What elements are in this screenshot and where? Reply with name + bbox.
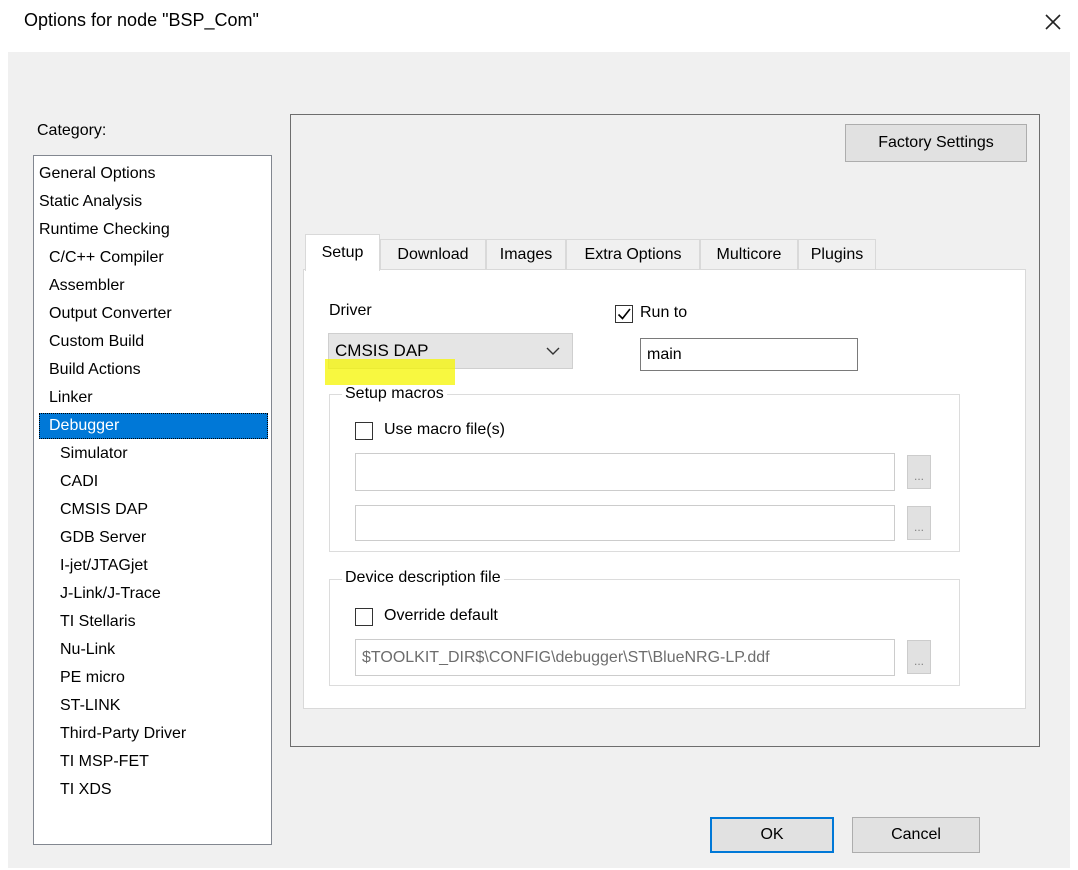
tab-setup[interactable]: Setup: [305, 234, 380, 271]
device-description-title: Device description file: [342, 569, 504, 587]
category-item-nu-link[interactable]: Nu-Link: [60, 637, 115, 663]
run-to-checkbox[interactable]: [615, 305, 633, 323]
category-item-runtime-checking[interactable]: Runtime Checking: [39, 217, 170, 243]
title-bar: Options for node "BSP_Com": [0, 0, 1078, 50]
category-item-gdb-server[interactable]: GDB Server: [60, 525, 146, 551]
category-item-cmsis-dap[interactable]: CMSIS DAP: [60, 497, 148, 523]
run-to-input[interactable]: [640, 338, 858, 371]
yellow-highlight: [325, 359, 455, 385]
close-button[interactable]: [1032, 4, 1072, 38]
category-item-static-analysis[interactable]: Static Analysis: [39, 189, 142, 215]
category-item-pe-micro[interactable]: PE micro: [60, 665, 125, 691]
tab-plugins[interactable]: Plugins: [798, 239, 876, 269]
category-item-i-jet-jtagjet[interactable]: I-jet/JTAGjet: [60, 553, 148, 579]
category-item-ti-stellaris[interactable]: TI Stellaris: [60, 609, 136, 635]
ok-button[interactable]: OK: [710, 817, 834, 853]
device-description-input[interactable]: [355, 639, 895, 676]
category-item-third-party-driver[interactable]: Third-Party Driver: [60, 721, 186, 747]
category-item-j-link-j-trace[interactable]: J-Link/J-Trace: [60, 581, 161, 607]
category-item-assembler[interactable]: Assembler: [49, 273, 125, 299]
category-item-simulator[interactable]: Simulator: [60, 441, 128, 467]
macro-file-input-2[interactable]: [355, 505, 895, 541]
factory-settings-button[interactable]: Factory Settings: [845, 124, 1027, 162]
category-list[interactable]: General Options Static Analysis Runtime …: [33, 155, 272, 845]
override-default-label: Override default: [384, 607, 498, 624]
window-title: Options for node "BSP_Com": [24, 10, 259, 30]
macro-file-input-1[interactable]: [355, 453, 895, 491]
category-item-cadi[interactable]: CADI: [60, 469, 98, 495]
category-item-st-link[interactable]: ST-LINK: [60, 693, 120, 719]
override-default-checkbox[interactable]: [355, 608, 373, 626]
category-item-c-cpp-compiler[interactable]: C/C++ Compiler: [49, 245, 164, 271]
use-macro-label: Use macro file(s): [384, 421, 505, 438]
tab-extra-options[interactable]: Extra Options: [566, 239, 700, 269]
tab-download[interactable]: Download: [380, 239, 486, 269]
browse-macro-2-button[interactable]: ...: [907, 506, 931, 540]
tab-multicore[interactable]: Multicore: [700, 239, 798, 269]
run-to-label: Run to: [640, 304, 688, 321]
category-item-ti-xds[interactable]: TI XDS: [60, 777, 112, 803]
driver-label: Driver: [329, 302, 372, 319]
setup-macros-title: Setup macros: [342, 385, 447, 403]
category-item-ti-msp-fet[interactable]: TI MSP-FET: [60, 749, 149, 775]
category-item-custom-build[interactable]: Custom Build: [49, 329, 144, 355]
chevron-down-icon: [546, 347, 560, 355]
use-macro-checkbox[interactable]: [355, 422, 373, 440]
close-icon: [1045, 14, 1061, 30]
tab-images[interactable]: Images: [486, 239, 566, 269]
driver-select-value: CMSIS DAP: [335, 341, 429, 360]
cancel-button[interactable]: Cancel: [852, 817, 980, 853]
browse-macro-1-button[interactable]: ...: [907, 455, 931, 489]
checkmark-icon: [617, 308, 631, 320]
category-label: Category:: [37, 122, 107, 139]
category-item-output-converter[interactable]: Output Converter: [49, 301, 172, 327]
browse-device-description-button[interactable]: ...: [907, 640, 931, 674]
category-item-linker[interactable]: Linker: [49, 385, 93, 411]
category-item-general-options[interactable]: General Options: [39, 161, 156, 187]
category-item-build-actions[interactable]: Build Actions: [49, 357, 141, 383]
category-item-debugger[interactable]: Debugger: [39, 413, 268, 439]
